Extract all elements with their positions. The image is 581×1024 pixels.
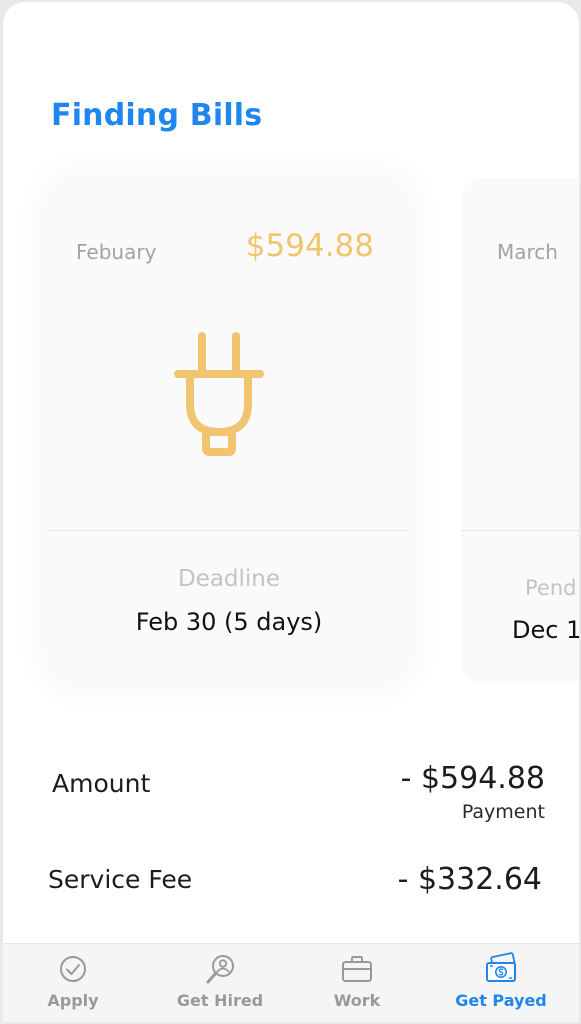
- pending-value: Dec 1: [512, 616, 579, 644]
- tab-get-payed[interactable]: Get Payed: [431, 944, 571, 1022]
- bill-month-next: March: [497, 240, 558, 264]
- amount-value: - $594.88: [400, 761, 545, 796]
- bill-card[interactable]: Febuary $594.88 Deadline Feb 30 (5 days): [48, 178, 410, 683]
- service-fee-value: - $332.64: [397, 862, 542, 897]
- tab-work-label: Work: [333, 991, 381, 1010]
- amount-sub-label: Payment: [461, 801, 545, 823]
- tab-work[interactable]: Work: [287, 944, 427, 1022]
- deadline-value: Feb 30 (5 days): [135, 608, 323, 636]
- bill-carousel[interactable]: Febuary $594.88 Deadline Feb 30 (5 days)…: [3, 172, 579, 692]
- tab-get-hired[interactable]: Get Hired: [150, 944, 290, 1022]
- app-screen: Finding Bills Febuary $594.88 Deadline F…: [3, 2, 579, 1022]
- search-person-icon: [206, 955, 234, 984]
- amount-label: Amount: [52, 769, 151, 798]
- bill-card-next[interactable]: March Pend Dec 1: [461, 178, 579, 683]
- card-divider-next: [461, 530, 579, 531]
- tab-apply-label: Apply: [47, 991, 99, 1010]
- pending-label: Pend: [525, 576, 577, 600]
- deadline-label: Deadline: [177, 566, 281, 592]
- tab-get-hired-label: Get Hired: [176, 991, 264, 1010]
- check-circle-icon: [60, 956, 86, 982]
- bottom-tab-bar: Apply Get Hired Work Get Payed: [3, 943, 579, 1022]
- tab-apply[interactable]: Apply: [3, 944, 143, 1022]
- page-title: Finding Bills: [51, 98, 263, 133]
- service-fee-label: Service Fee: [48, 865, 193, 894]
- tab-get-payed-label: Get Payed: [455, 991, 547, 1010]
- card-divider: [48, 530, 410, 531]
- bill-month: Febuary: [76, 240, 157, 264]
- money-stack-icon: [486, 952, 516, 982]
- briefcase-icon: [342, 956, 372, 982]
- bill-amount: $594.88: [245, 228, 374, 264]
- plug-icon: [174, 332, 264, 456]
